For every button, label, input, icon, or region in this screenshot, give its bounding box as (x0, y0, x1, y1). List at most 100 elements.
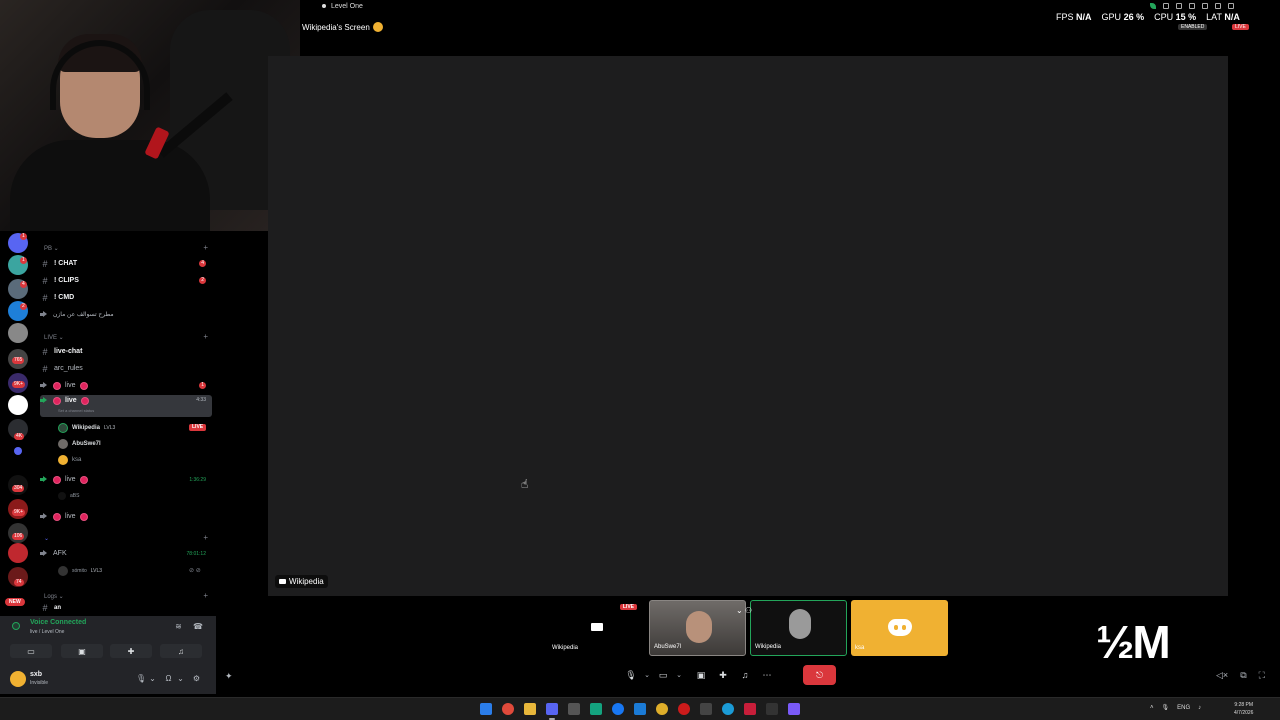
channel-chat[interactable]: # ! CHAT 4 (40, 256, 212, 271)
live-icon (53, 381, 61, 390)
app-icon[interactable] (700, 703, 712, 715)
channel-cmd[interactable]: # ! CMD (40, 290, 212, 305)
category-header[interactable]: ⌄ (44, 535, 49, 542)
server-icon[interactable] (8, 323, 28, 343)
popout-icon[interactable]: ⧉ (1240, 670, 1246, 681)
microphone-button[interactable]: 🎙 (620, 665, 642, 685)
participant-tile[interactable]: Wikipedia (750, 600, 847, 656)
voice-member[interactable]: aBS (58, 489, 79, 502)
add-channel-icon[interactable]: + (203, 533, 208, 542)
activities-button[interactable]: ✚ (110, 644, 152, 658)
file-explorer-icon[interactable] (524, 703, 536, 715)
voice-member[interactable]: ksa (58, 453, 81, 466)
category-header[interactable]: Logs ⌄ (44, 593, 64, 600)
server-icon[interactable] (8, 543, 28, 563)
member-name: ksa (72, 456, 82, 463)
new-badge[interactable]: NEW (5, 598, 25, 606)
category-header[interactable]: LIVE ⌄ (44, 334, 64, 341)
soundboard-button[interactable]: ♫ (160, 644, 202, 658)
category-header[interactable]: PB ⌄ (44, 245, 59, 252)
voice-channel-live-3[interactable]: live 1:36:29 (40, 472, 212, 487)
app-icon[interactable] (502, 703, 514, 715)
chrome-icon[interactable] (656, 703, 668, 715)
voice-channel-live-1[interactable]: live 1 (40, 378, 212, 393)
microphone-icon[interactable]: 🎙 (136, 674, 146, 683)
fps-stat: FPS N/A (1056, 12, 1092, 22)
channel-clips[interactable]: # ! CLIPS 2 (40, 273, 212, 288)
voice-channel-live-4[interactable]: live (40, 509, 212, 524)
maximize-icon[interactable] (1215, 3, 1221, 9)
fullscreen-icon[interactable]: ⛶ (1259, 670, 1265, 681)
microphone-icon[interactable]: 🎙 (1162, 704, 1170, 711)
add-channel-icon[interactable]: + (203, 591, 208, 600)
participant-video (686, 611, 712, 643)
start-icon[interactable] (480, 703, 492, 715)
activities-button[interactable]: ✚ (712, 665, 734, 685)
activity-icon[interactable]: ✦ (225, 671, 233, 682)
chevron-down-icon[interactable]: ⌄ (148, 674, 157, 683)
close-icon[interactable] (1228, 3, 1234, 9)
avatar[interactable] (10, 671, 26, 687)
opera-icon[interactable] (678, 703, 690, 715)
soundboard-button[interactable]: ♫ (734, 665, 756, 685)
participant-tile[interactable]: AbuSwe7l (649, 600, 746, 656)
app-icon[interactable] (612, 703, 624, 715)
app-icon[interactable] (744, 703, 756, 715)
voice-channel-live-2[interactable]: live 4:33 Set a channel status (40, 395, 212, 417)
leaf-icon[interactable] (1150, 3, 1156, 9)
discord-icon[interactable] (546, 703, 558, 715)
voice-member[interactable]: AbuSwe7l (58, 437, 101, 450)
category-label: Logs (44, 594, 58, 600)
volume-icon[interactable]: ♪ (1198, 705, 1201, 711)
windows-taskbar: ˄ 🎙 ENG ♪ 9:28 PM 4/7/2026 (0, 697, 1280, 720)
steam-icon[interactable] (634, 703, 646, 715)
camera-button[interactable]: ▭ (10, 644, 52, 658)
channel-status[interactable]: Set a channel status (58, 408, 94, 413)
username[interactable]: sxb (30, 671, 42, 678)
signal-icon[interactable] (12, 622, 20, 630)
stream-viewport[interactable] (268, 56, 1228, 596)
screen-share-button[interactable]: ▣ (690, 665, 712, 685)
chevron-down-icon[interactable]: ⌄ (642, 671, 652, 679)
channel-arc-rules[interactable]: # arc_rules (40, 361, 212, 376)
camera-button[interactable]: ▭ (652, 665, 674, 685)
end-call-button[interactable]: ⎋ (803, 665, 836, 685)
server-badge: 74 (14, 579, 24, 586)
clock[interactable]: 9:28 PM 4/7/2026 (1234, 701, 1253, 717)
voice-channel-path[interactable]: live / Level One (30, 629, 64, 635)
voice-channel-afk[interactable]: AFK 78:01:12 (40, 546, 212, 561)
participant-tile[interactable]: ksa (851, 600, 948, 656)
minimize-icon[interactable] (1202, 3, 1208, 9)
voice-channel-arabic[interactable]: مطرح تسوالف عن مازن (40, 307, 212, 322)
inbox-icon[interactable] (1163, 3, 1169, 9)
headphones-icon[interactable]: Ω (164, 674, 173, 683)
chevron-down-icon[interactable]: ⌄ (674, 671, 684, 679)
voice-member[interactable]: sómito LVL3 (58, 564, 102, 577)
app-icon[interactable] (568, 703, 580, 715)
chevron-up-icon[interactable]: ˄ (1150, 705, 1154, 711)
voice-member[interactable]: Wikipedia LVL3 (58, 421, 115, 434)
edge-icon[interactable] (722, 703, 734, 715)
folder-icon[interactable] (14, 447, 22, 455)
participant-tile[interactable]: LIVE Wikipedia (548, 600, 645, 656)
add-channel-icon[interactable]: + (203, 243, 208, 252)
app-icon[interactable] (788, 703, 800, 715)
disconnect-icon[interactable]: ☎ (193, 622, 203, 631)
app-icon[interactable] (590, 703, 602, 715)
channel-live-chat[interactable]: # live-chat (40, 344, 212, 359)
tile-menu-icon[interactable]: ⌄ ⚇ (736, 606, 752, 615)
screen-share-button[interactable]: ▣ (61, 644, 103, 658)
server-icon[interactable] (8, 395, 28, 415)
language-indicator[interactable]: ENG (1177, 705, 1190, 711)
chevron-down-icon[interactable]: ⌄ (176, 674, 185, 683)
volume-mute-icon[interactable]: ◁× (1216, 670, 1228, 681)
app-icon[interactable] (766, 703, 778, 715)
add-channel-icon[interactable]: + (203, 332, 208, 341)
more-button[interactable]: ⋯ (756, 665, 778, 685)
noise-suppression-icon[interactable]: ≋ (174, 622, 183, 631)
gear-icon[interactable]: ⚙ (192, 674, 201, 683)
channel-logs[interactable]: # an (40, 603, 212, 613)
help-icon[interactable] (1176, 3, 1182, 9)
download-icon[interactable] (1189, 3, 1195, 9)
soundboard-icon: ♫ (741, 670, 749, 680)
